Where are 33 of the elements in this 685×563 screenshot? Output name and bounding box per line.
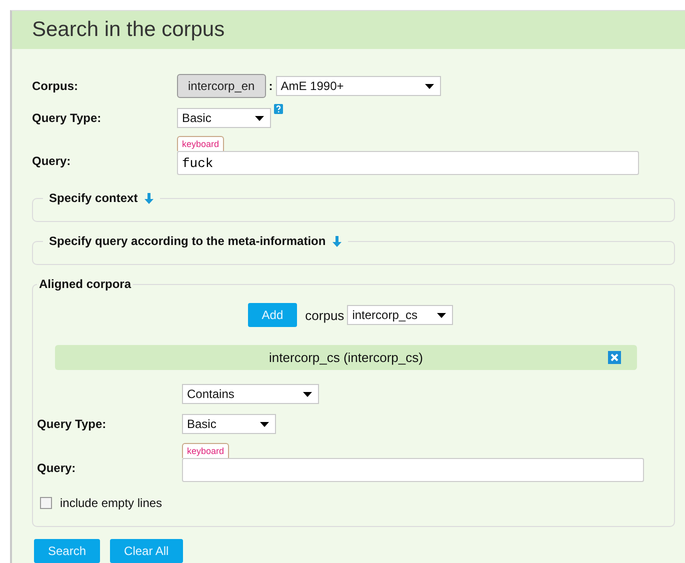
caret-icon xyxy=(255,116,264,120)
query-label: Query: xyxy=(37,460,77,474)
query-input[interactable] xyxy=(182,458,644,482)
query-input[interactable]: fuck xyxy=(177,151,639,175)
section-title: Aligned corpora xyxy=(39,277,132,291)
query-type-label: Query Type: xyxy=(37,417,108,431)
caret-icon xyxy=(437,312,446,318)
query-type-dropdown[interactable]: Basic xyxy=(177,108,271,128)
section-title[interactable]: Specify query according to the meta-information xyxy=(49,234,326,248)
subcorpus-dropdown[interactable]: AmE 1990+ xyxy=(276,76,441,96)
match-dropdown[interactable]: Contains xyxy=(182,384,319,404)
caret-icon xyxy=(260,422,269,426)
arrow-down-icon[interactable] xyxy=(332,236,342,246)
query-type-label: Query Type: xyxy=(32,111,102,125)
section-title[interactable]: Specify context xyxy=(49,191,138,205)
separator: : xyxy=(268,79,273,93)
aligned-corpus-name: intercorp_cs (intercorp_cs) xyxy=(269,350,423,365)
keyboard-tab[interactable]: keyboard xyxy=(182,443,230,458)
caret-icon xyxy=(424,84,434,88)
close-icon[interactable] xyxy=(608,351,621,364)
query-label: Query: xyxy=(32,154,72,168)
help-icon[interactable] xyxy=(274,104,283,114)
checkbox-label: include empty lines xyxy=(60,496,162,510)
corpus-dropdown[interactable]: intercorp_cs xyxy=(347,305,454,325)
corpus-label: corpus xyxy=(305,308,344,322)
caret-icon xyxy=(303,392,312,396)
panel-title: Search in the corpus xyxy=(32,18,225,42)
arrow-down-icon[interactable] xyxy=(144,192,154,204)
corpus-label: Corpus: xyxy=(32,79,79,93)
checkbox[interactable] xyxy=(40,497,52,509)
corpus-button[interactable]: intercorp_en xyxy=(177,74,266,98)
query-type-dropdown[interactable]: Basic xyxy=(182,414,276,434)
keyboard-tab[interactable]: keyboard xyxy=(177,136,224,151)
